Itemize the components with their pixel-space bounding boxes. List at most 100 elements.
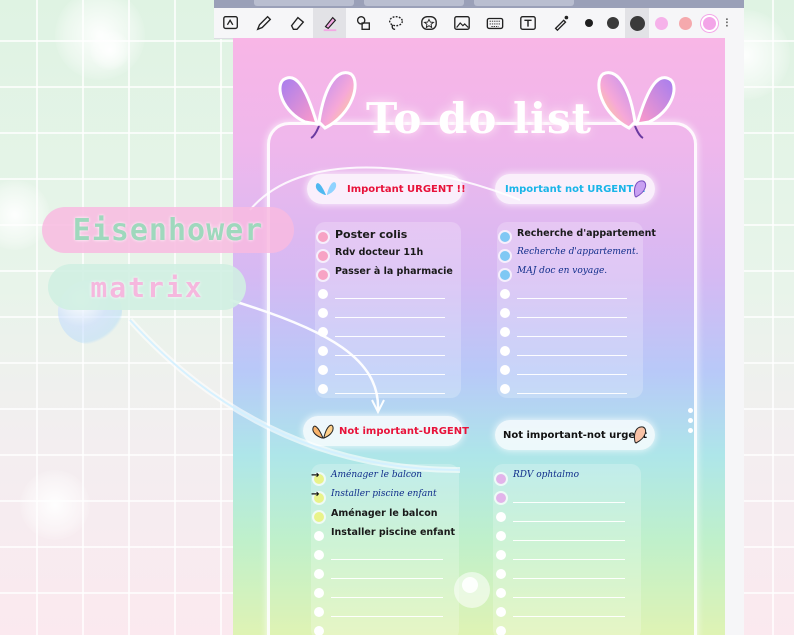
lasso-select-icon[interactable] [214, 8, 247, 38]
todo-row[interactable]: Recherche d'appartement. [497, 247, 643, 266]
todo-bullet[interactable] [500, 289, 510, 299]
todo-bullet[interactable] [318, 251, 328, 261]
todo-bullet[interactable] [500, 346, 510, 356]
more-options-icon[interactable]: ⁝ [721, 16, 733, 31]
todo-bullet[interactable] [318, 232, 328, 242]
color-swatch[interactable] [649, 8, 673, 38]
todo-bullet[interactable] [500, 384, 510, 394]
todo-bullet[interactable] [314, 531, 324, 541]
todo-line [513, 502, 625, 503]
todo-row[interactable] [315, 342, 461, 361]
todo-row[interactable]: MAJ doc en voyage. [497, 266, 643, 285]
todo-line [513, 521, 625, 522]
todo-row[interactable]: Installer piscine enfant [311, 527, 459, 546]
document-tab[interactable] [254, 0, 354, 6]
todo-row[interactable] [315, 361, 461, 380]
todo-row[interactable] [493, 603, 641, 622]
arrow-icon: → [311, 489, 320, 500]
todo-row[interactable] [311, 584, 459, 603]
color-swatch[interactable] [697, 8, 721, 38]
laser-pointer-icon[interactable] [544, 8, 577, 38]
color-swatch[interactable] [577, 8, 601, 38]
todo-bullet[interactable] [500, 232, 510, 242]
shapes-icon[interactable] [346, 8, 379, 38]
todo-bullet[interactable] [496, 493, 506, 503]
todo-row[interactable]: → Aménager le balcon [311, 470, 459, 489]
todo-bullet[interactable] [318, 346, 328, 356]
todo-row[interactable] [497, 304, 643, 323]
todo-bullet[interactable] [500, 327, 510, 337]
eraser-icon[interactable] [280, 8, 313, 38]
todo-bullet[interactable] [496, 569, 506, 579]
text-box-icon[interactable] [511, 8, 544, 38]
todo-row[interactable] [311, 546, 459, 565]
pen-icon[interactable] [247, 8, 280, 38]
todo-bullet[interactable] [318, 365, 328, 375]
sticker-icon[interactable] [412, 8, 445, 38]
todo-row[interactable] [493, 546, 641, 565]
todo-bullet[interactable] [314, 569, 324, 579]
todo-row[interactable]: Recherche d'appartement [497, 228, 656, 247]
todo-bullet[interactable] [496, 512, 506, 522]
todo-bullet[interactable] [496, 474, 506, 484]
todo-row[interactable] [497, 285, 643, 304]
todo-row[interactable] [311, 622, 459, 635]
todo-row[interactable] [315, 285, 461, 304]
todo-row[interactable] [493, 527, 641, 546]
todo-row[interactable] [493, 508, 641, 527]
todo-row[interactable]: Aménager le balcon [311, 508, 459, 527]
lasso-icon[interactable] [379, 8, 412, 38]
todo-row[interactable] [493, 622, 641, 635]
todo-bullet[interactable] [318, 308, 328, 318]
bokeh-light [20, 470, 90, 540]
todo-bullet[interactable] [318, 270, 328, 280]
highlighter-icon[interactable] [313, 8, 346, 38]
todo-line [331, 578, 443, 579]
todo-bullet[interactable] [496, 550, 506, 560]
todo-bullet[interactable] [500, 308, 510, 318]
document-tab[interactable] [474, 0, 574, 6]
todo-bullet[interactable] [314, 588, 324, 598]
todo-row[interactable] [497, 342, 643, 361]
color-swatch[interactable] [601, 8, 625, 38]
todo-row[interactable]: → Installer piscine enfant [311, 489, 459, 508]
todo-bullet[interactable] [318, 289, 328, 299]
todo-row[interactable]: Rdv docteur 11h [315, 247, 461, 266]
todo-row[interactable] [315, 323, 461, 342]
todo-bullet[interactable] [314, 512, 324, 522]
todo-bullet[interactable] [496, 588, 506, 598]
todo-bullet[interactable] [314, 626, 324, 635]
todo-line [513, 597, 625, 598]
todo-bullet[interactable] [500, 270, 510, 280]
todo-row[interactable]: RDV ophtalmo [493, 470, 641, 489]
todo-row[interactable]: Passer à la pharmacie [315, 266, 461, 285]
todo-row[interactable] [315, 304, 461, 323]
todo-bullet[interactable] [500, 365, 510, 375]
todo-bullet[interactable] [318, 327, 328, 337]
todo-bullet[interactable] [314, 550, 324, 560]
todo-row[interactable] [497, 380, 643, 399]
document-tab[interactable] [364, 0, 464, 6]
todo-row[interactable] [493, 565, 641, 584]
todo-row[interactable] [497, 361, 643, 380]
todo-bullet[interactable] [500, 251, 510, 261]
todo-bullet[interactable] [496, 607, 506, 617]
todo-row[interactable]: Poster colis [315, 228, 461, 247]
todo-bullet[interactable] [496, 531, 506, 541]
overlay-text: Eisenhower [72, 212, 264, 248]
overlay-label-eisenhower: Eisenhower [42, 207, 294, 253]
image-icon[interactable] [445, 8, 478, 38]
todo-row[interactable] [311, 603, 459, 622]
todo-bullet[interactable] [318, 384, 328, 394]
keyboard-icon[interactable] [478, 8, 511, 38]
notebook-page[interactable]: To do list Important URGENT !! Important… [233, 38, 725, 635]
todo-row[interactable] [315, 380, 461, 399]
todo-bullet[interactable] [496, 626, 506, 635]
color-swatch[interactable] [673, 8, 697, 38]
todo-row[interactable] [497, 323, 643, 342]
todo-row[interactable] [493, 584, 641, 603]
todo-bullet[interactable] [314, 607, 324, 617]
color-swatch-selected[interactable] [625, 8, 649, 38]
todo-row[interactable] [311, 565, 459, 584]
todo-row[interactable] [493, 489, 641, 508]
